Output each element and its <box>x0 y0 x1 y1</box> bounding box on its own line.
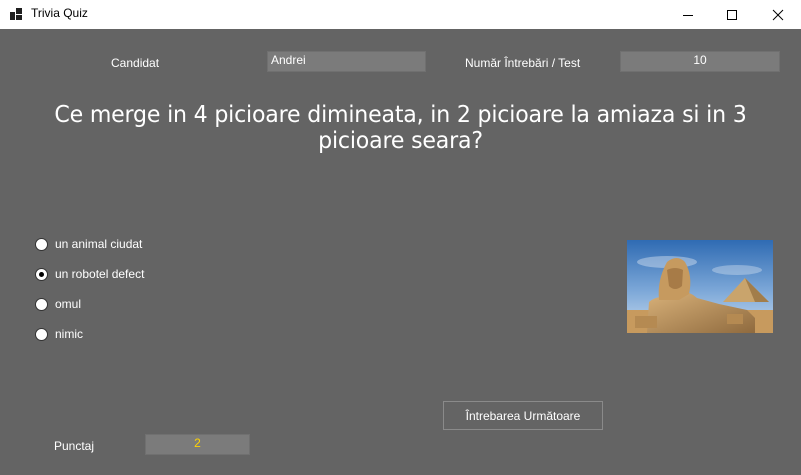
candidate-input[interactable]: Andrei <box>267 51 426 72</box>
close-button[interactable] <box>755 0 801 29</box>
radio-button[interactable] <box>35 327 48 341</box>
answer-option-label: omul <box>55 297 82 311</box>
radio-button[interactable] <box>35 297 48 311</box>
radio-button-checked[interactable] <box>35 267 48 281</box>
score-label: Punctaj <box>54 439 95 453</box>
candidate-label: Candidat <box>111 56 160 70</box>
answer-option[interactable]: omul <box>35 296 81 312</box>
next-question-button[interactable]: Întrebarea Următoare <box>443 401 603 430</box>
window-title: Trivia Quiz <box>31 6 88 20</box>
answer-option-label: un animal ciudat <box>55 237 143 251</box>
score-field: 2 <box>145 434 250 455</box>
title-bar: Trivia Quiz <box>0 0 801 29</box>
answer-option-label: un robotel defect <box>55 267 145 281</box>
maximize-button[interactable] <box>709 0 755 29</box>
answer-option[interactable]: un animal ciudat <box>35 236 142 252</box>
questions-per-test-input[interactable]: 10 <box>620 51 780 72</box>
maximize-icon <box>727 9 737 20</box>
minimize-icon <box>683 14 693 16</box>
question-text: Ce merge in 4 picioare dimineata, in 2 p… <box>54 102 747 154</box>
answer-option[interactable]: un robotel defect <box>35 266 144 282</box>
answer-option-label: nimic <box>55 327 84 341</box>
questions-per-test-label: Număr Întrebări / Test <box>465 56 581 70</box>
close-icon <box>772 9 784 20</box>
sphinx-image <box>627 240 773 333</box>
radio-button[interactable] <box>35 237 48 251</box>
app-icon <box>10 8 22 20</box>
answer-option[interactable]: nimic <box>35 326 83 342</box>
minimize-button[interactable] <box>665 0 711 29</box>
